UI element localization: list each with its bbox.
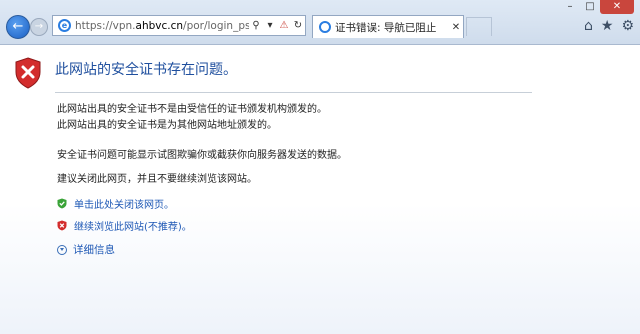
dropdown-icon[interactable]: ▾ [263, 20, 277, 31]
continue-row: 继续浏览此网站(不推荐)。 [57, 218, 192, 233]
more-info-toggle[interactable]: 详细信息 [57, 242, 115, 257]
forward-button[interactable]: → [30, 18, 48, 36]
favorites-star-icon[interactable]: ★ [601, 18, 614, 34]
warning-text: 安全证书问题可能显示试图欺骗你或截获你向服务器发送的数据。 [57, 150, 347, 161]
divider [55, 92, 532, 93]
address-url[interactable]: https://vpn.ahbvc.cn/por/login_psw.csp?r… [75, 20, 249, 32]
tab-title: 证书错误: 导航已阻止 [335, 21, 437, 34]
reason-mismatched-address: 此网站出具的安全证书是为其他网站地址颁发的。 [57, 120, 277, 131]
browser-chrome: – □ ✕ ← → e https://vpn.ahbvc.cn/por/log… [0, 0, 640, 45]
tab-certificate-error[interactable]: 证书错误: 导航已阻止 ✕ [312, 15, 464, 38]
green-shield-icon [57, 198, 67, 209]
minimize-icon[interactable]: – [560, 0, 580, 14]
toolbar-icons: ⌂ ★ ⚙ [584, 18, 634, 34]
back-button[interactable]: ← [6, 15, 30, 39]
shield-error-icon [15, 57, 41, 89]
reason-untrusted-ca: 此网站出具的安全证书不是由受信任的证书颁发机构颁发的。 [57, 104, 327, 115]
close-window-icon[interactable]: ✕ [600, 0, 634, 14]
more-info-label: 详细信息 [73, 244, 115, 256]
advice-text: 建议关闭此网页，并且不要继续浏览该网站。 [57, 174, 257, 185]
home-icon[interactable]: ⌂ [584, 18, 593, 34]
certificate-error-icon[interactable]: ⚠ [277, 20, 291, 31]
close-page-row: 单击此处关闭该网页。 [57, 196, 174, 211]
window-controls: – □ ✕ [560, 0, 634, 14]
refresh-icon[interactable]: ↻ [291, 20, 305, 31]
search-icon[interactable]: ⚲ [249, 20, 263, 31]
close-page-link[interactable]: 单击此处关闭该网页。 [74, 196, 174, 211]
expand-chevron-icon [57, 244, 67, 255]
close-tab-icon[interactable]: ✕ [449, 22, 463, 33]
ie-tab-icon [319, 21, 331, 33]
maximize-icon[interactable]: □ [580, 0, 600, 14]
new-tab-button[interactable] [466, 17, 492, 36]
address-bar[interactable]: e https://vpn.ahbvc.cn/por/login_psw.csp… [52, 15, 306, 36]
reasons-block: 此网站出具的安全证书不是由受信任的证书颁发机构颁发的。 此网站出具的安全证书是为… [57, 102, 327, 134]
error-page: 此网站的安全证书存在问题。 此网站出具的安全证书不是由受信任的证书颁发机构颁发的… [0, 45, 640, 334]
page-title: 此网站的安全证书存在问题。 [55, 62, 237, 78]
ie-site-icon: e [58, 19, 71, 32]
red-shield-icon [57, 220, 67, 231]
gear-icon[interactable]: ⚙ [621, 18, 634, 34]
continue-link[interactable]: 继续浏览此网站(不推荐)。 [74, 218, 192, 233]
